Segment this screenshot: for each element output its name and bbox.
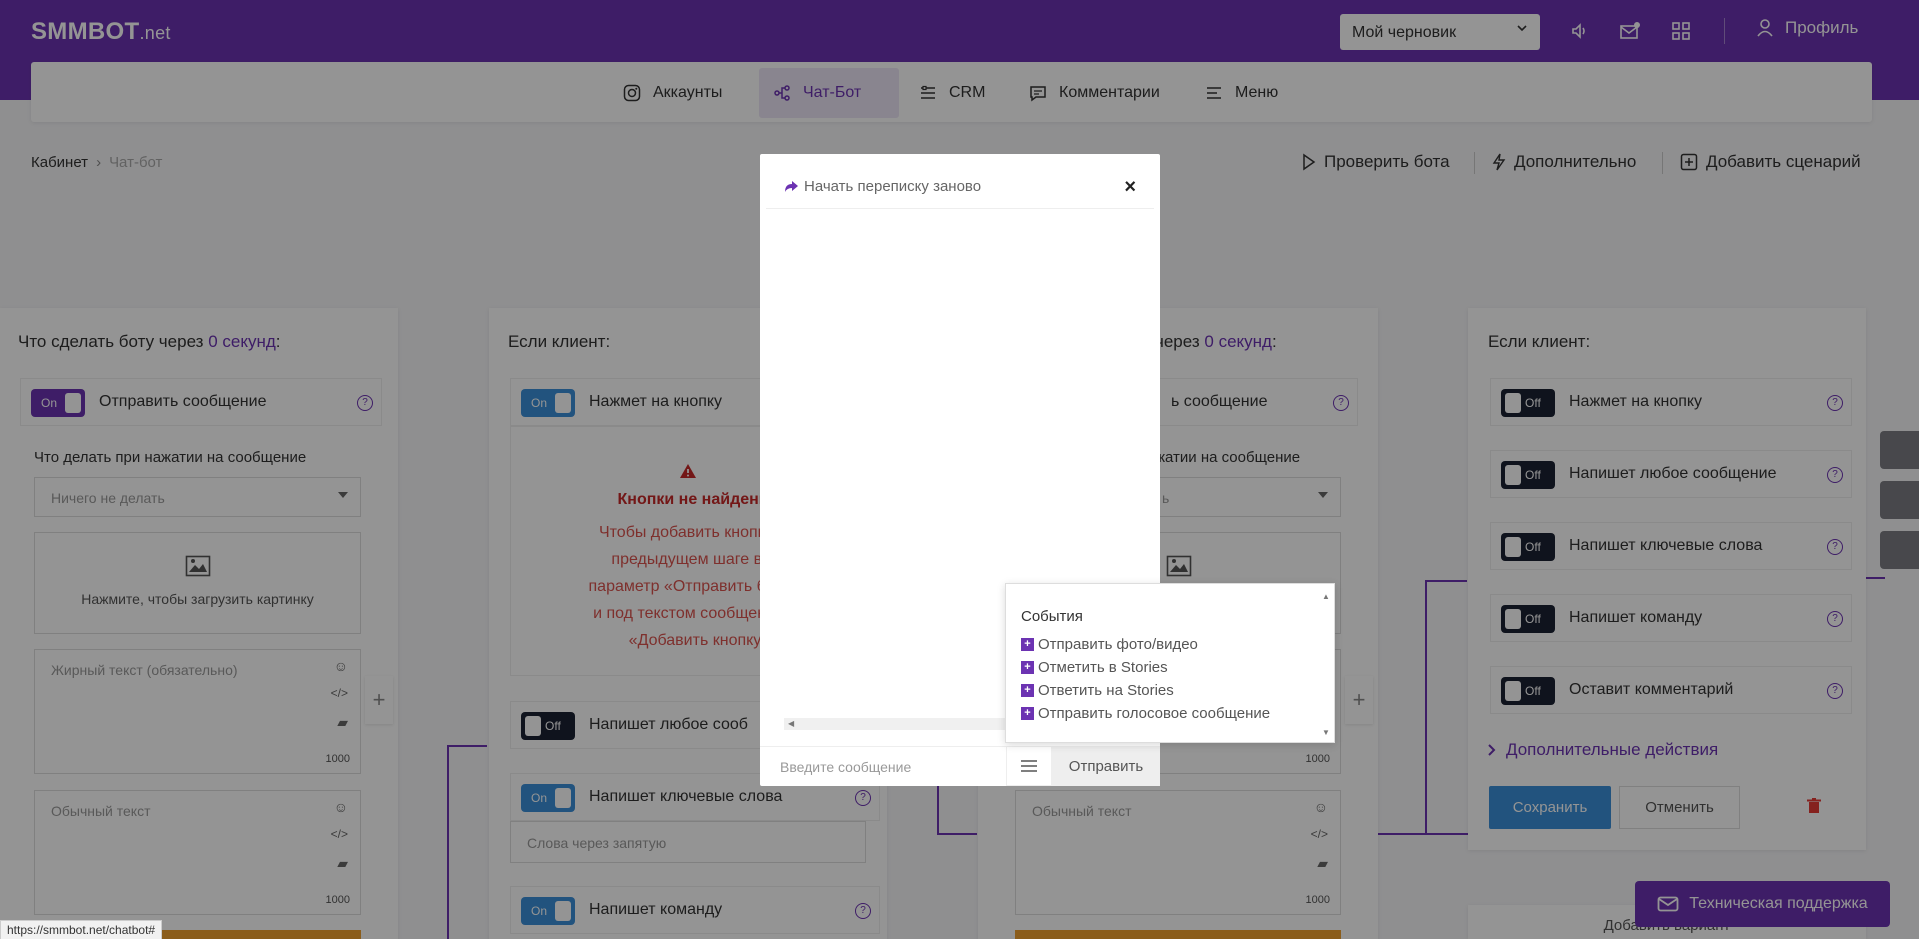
event-item[interactable]: + Отметить в Stories [1021, 659, 1168, 676]
modal-divider [766, 208, 1154, 209]
vertical-scrollbar[interactable]: ▲ ▼ [1322, 592, 1330, 737]
status-bar-url: https://smmbot.net/chatbot# [0, 920, 163, 939]
message-input-placeholder: Введите сообщение [780, 759, 912, 775]
plus-icon: + [1021, 661, 1034, 674]
events-menu-button[interactable] [1006, 746, 1052, 786]
event-item[interactable]: + Ответить на Stories [1021, 682, 1174, 699]
plus-icon: + [1021, 707, 1034, 720]
send-button[interactable]: Отправить [1052, 746, 1160, 786]
share-arrow-icon [784, 180, 798, 193]
event-label: Отправить фото/видео [1038, 636, 1198, 653]
event-label: Отправить голосовое сообщение [1038, 705, 1271, 722]
plus-icon: + [1021, 638, 1034, 651]
event-item[interactable]: + Отправить фото/видео [1021, 636, 1198, 653]
event-label: Отметить в Stories [1038, 659, 1168, 676]
message-input[interactable]: Введите сообщение [760, 746, 1006, 786]
events-title: События [1021, 608, 1083, 625]
send-label: Отправить [1068, 757, 1144, 775]
events-popup: События + Отправить фото/видео + Отметить в… [1005, 583, 1335, 743]
hamburger-icon [1021, 759, 1037, 773]
horizontal-scrollbar[interactable]: ◀ [784, 718, 1008, 730]
scroll-down-icon[interactable]: ▼ [1322, 728, 1330, 737]
event-item[interactable]: + Отправить голосовое сообщение [1021, 705, 1270, 722]
scroll-left-icon[interactable]: ◀ [788, 719, 794, 728]
plus-icon: + [1021, 684, 1034, 697]
event-label: Ответить на Stories [1038, 682, 1174, 699]
restart-chat-link[interactable]: Начать переписку заново [784, 178, 981, 195]
scroll-up-icon[interactable]: ▲ [1322, 592, 1330, 601]
restart-chat-label: Начать переписку заново [804, 178, 982, 195]
close-icon[interactable]: × [1124, 176, 1136, 199]
